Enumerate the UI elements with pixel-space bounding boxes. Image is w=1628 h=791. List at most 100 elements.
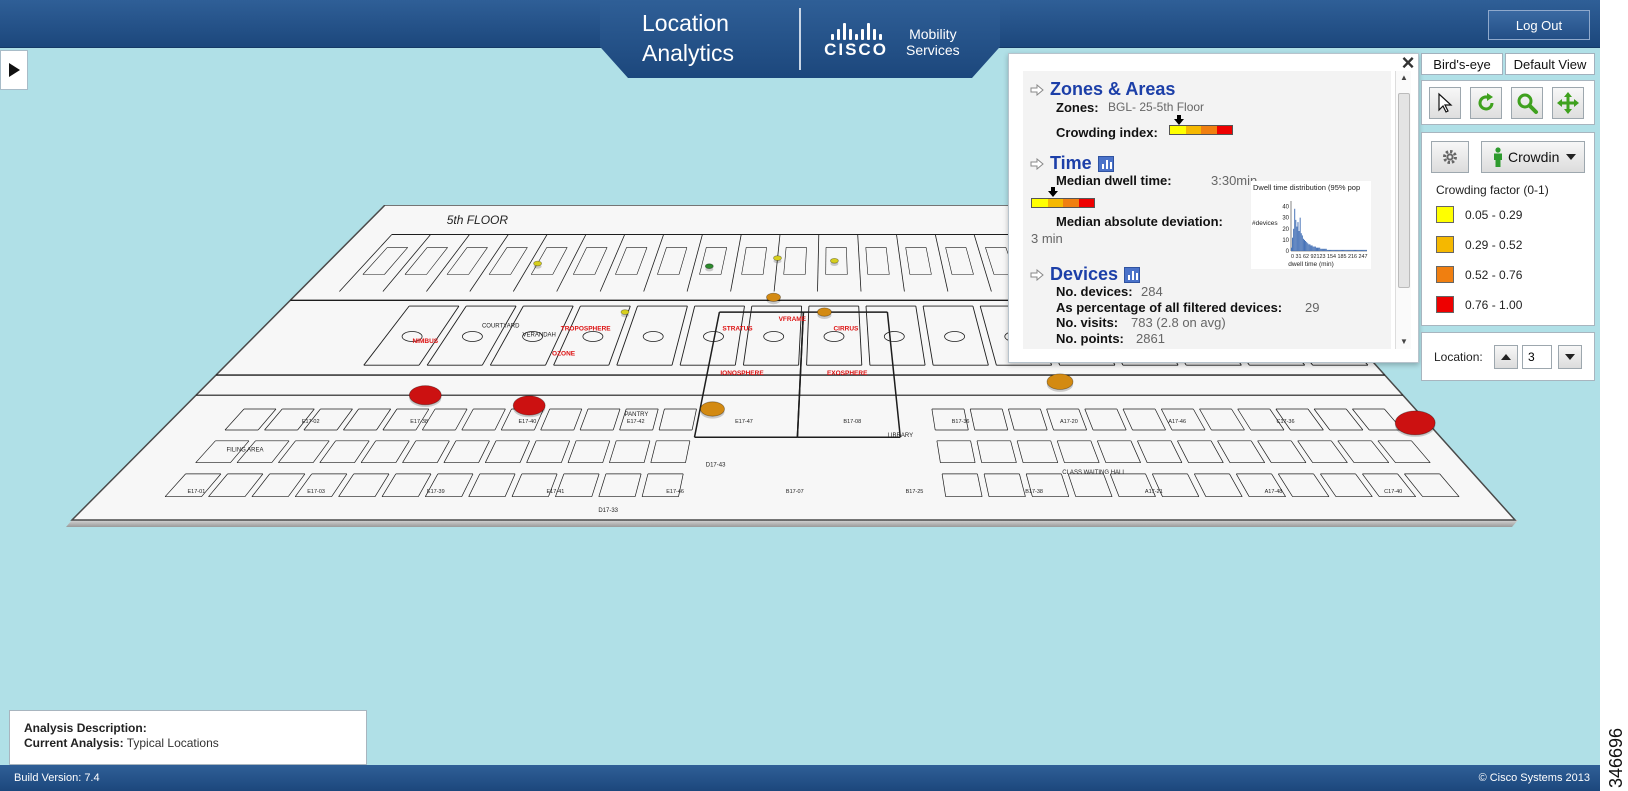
birds-eye-button[interactable]: Bird's-eye [1421,53,1503,75]
crowding-marker [533,260,543,267]
chart-ytick-label: 20 [1282,227,1289,233]
zones-section-header[interactable]: Zones & Areas [1030,79,1175,100]
room-label: D17-43 [706,462,726,468]
magnifier-icon [1517,93,1538,114]
scale-segment [1216,126,1232,134]
desk-label: A17-20 [1060,419,1078,425]
location-input[interactable] [1522,345,1552,369]
location-down-button[interactable] [1558,345,1582,369]
chart-icon[interactable] [1124,266,1141,283]
room-label: VFRAME [779,316,807,323]
pan-tool-button[interactable] [1552,87,1584,119]
legend-label: 0.29 - 0.52 [1465,237,1523,252]
room-label: VERANDAH [523,333,556,339]
chart-bar [1315,247,1317,251]
chart-bar [1343,249,1345,251]
desk-label: A17-21 [1145,489,1163,495]
zoom-tool-button[interactable] [1511,87,1543,119]
expand-panel-button[interactable] [0,50,28,90]
chart-bar [1306,242,1308,251]
num-visits-label: No. visits: [1056,315,1119,330]
chart-bar [1298,231,1300,251]
chart-bar [1335,249,1337,251]
settings-button[interactable] [1431,141,1469,173]
scroll-down-icon[interactable]: ▼ [1399,337,1409,347]
chart-bar [1346,249,1348,251]
arrow-right-icon [1030,268,1044,281]
dwell-time-chart[interactable]: Dwell time distribution (95% pop #devices… [1251,181,1371,269]
legend-title: Crowding factor (0-1) [1436,183,1549,197]
info-content: Zones & Areas Zones: BGL- 25-5th Floor C… [1023,71,1391,349]
chart-bar [1311,245,1313,251]
metric-dropdown[interactable]: Crowdin [1481,141,1585,173]
legend-item: 0.05 - 0.29 [1436,206,1522,223]
chart-bar [1294,208,1296,251]
chart-bar [1334,249,1336,251]
rotate-tool-button[interactable] [1470,87,1502,119]
chart-bar [1310,245,1312,251]
room-label: D17-33 [598,508,618,514]
chart-bar [1308,244,1310,251]
pct-devices-value: 29 [1305,300,1320,315]
mobility-line2: Services [906,42,960,58]
crowding-marker [704,263,714,269]
scroll-thumb[interactable] [1398,93,1410,288]
legend-label: 0.05 - 0.29 [1465,207,1523,222]
info-scrollbar[interactable]: ▲ ▼ [1395,71,1411,349]
chart-icon[interactable] [1097,155,1114,172]
chart-bar [1342,249,1343,251]
floor-edge [66,520,1518,527]
current-analysis-label: Current Analysis: [24,736,124,750]
desk-label: C17-40 [1384,489,1402,495]
desk-label: B17-07 [786,489,804,495]
chart-bar [1326,249,1328,251]
scroll-up-icon[interactable]: ▲ [1399,73,1409,83]
chart-bar [1345,249,1347,251]
app-title: Location Analytics [642,8,782,68]
app-title-line2: Analytics [642,40,735,66]
chart-bar [1352,249,1354,251]
chart-bar [1318,247,1320,251]
crowding-marker [830,257,839,264]
room-label: NIMBUS [412,338,438,345]
figure-id: 346696 [1606,728,1626,788]
chart-bar [1300,233,1302,251]
analysis-description-label: Analysis Description: [24,721,147,735]
chart-ytick-label: 40 [1282,205,1289,211]
app-window: 5th FLOOR NIMBUS TROPOSPHERE OZONE STRATUS VF… [0,0,1600,791]
app-title-line1: Location [642,10,729,36]
devices-section-header[interactable]: Devices [1030,264,1141,285]
scale-segment [1185,126,1201,134]
num-devices-value: 284 [1141,284,1163,299]
chart-bar [1309,244,1311,251]
crowding-marker [408,385,442,406]
chart-bar [1363,249,1365,251]
copyright: © Cisco Systems 2013 [1478,772,1590,784]
room-label: FILING AREA [226,448,263,454]
chart-bar [1359,249,1361,251]
legend-swatch [1436,296,1454,313]
desk-label: B17-25 [906,489,924,495]
legend-label: 0.76 - 1.00 [1465,297,1523,312]
num-points-label: No. points: [1056,331,1124,346]
legend-item: 0.29 - 0.52 [1436,236,1522,253]
pct-devices-label: As percentage of all filtered devices: [1056,300,1283,315]
level-marker-icon [1173,115,1184,125]
person-icon [1494,147,1502,167]
default-view-button[interactable]: Default View [1505,53,1595,75]
room-label: CIRRUS [833,325,859,332]
header-divider [799,8,801,70]
chart-bar [1292,237,1294,251]
location-panel: Location: [1421,332,1595,381]
chart-bar [1293,228,1295,251]
chart-bar [1325,248,1327,251]
logout-button[interactable]: Log Out [1488,10,1590,40]
location-up-button[interactable] [1494,345,1518,369]
chart-bar [1356,249,1358,251]
chart-bar [1357,249,1359,251]
gear-icon [1443,150,1457,164]
select-tool-button[interactable] [1429,87,1461,119]
crowding-marker [1046,373,1074,390]
time-section-header[interactable]: Time [1030,153,1114,174]
chart-bar [1322,248,1324,251]
